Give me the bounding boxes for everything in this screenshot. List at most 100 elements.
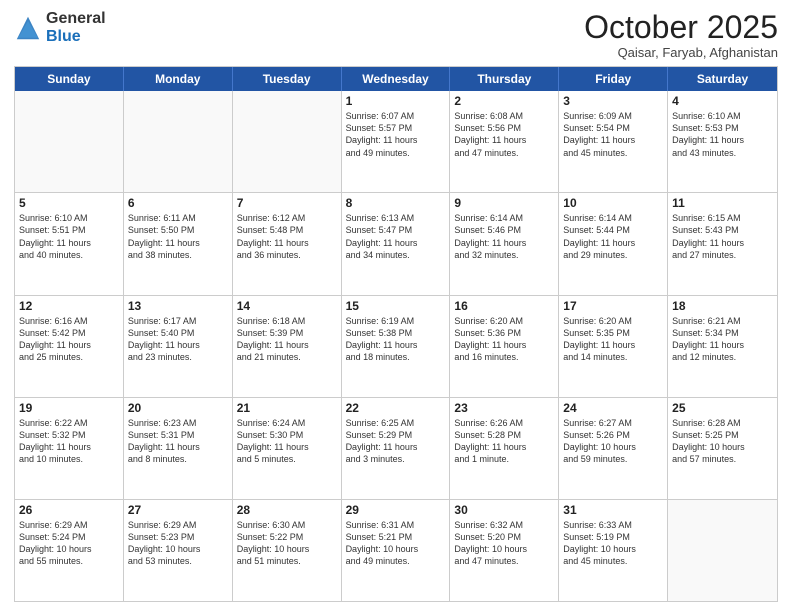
calendar-cell: 10 Sunrise: 6:14 AM Sunset: 5:44 PM Dayli… — [559, 193, 668, 294]
calendar-cell: 30 Sunrise: 6:32 AM Sunset: 5:20 PM Dayli… — [450, 500, 559, 601]
day-number: 13 — [128, 299, 228, 313]
day-number: 8 — [346, 196, 446, 210]
day-info: Sunrise: 6:30 AM Sunset: 5:22 PM Dayligh… — [237, 519, 337, 568]
day-of-week-wednesday: Wednesday — [342, 67, 451, 91]
day-number: 21 — [237, 401, 337, 415]
calendar-cell: 22 Sunrise: 6:25 AM Sunset: 5:29 PM Dayli… — [342, 398, 451, 499]
day-number: 22 — [346, 401, 446, 415]
day-info: Sunrise: 6:28 AM Sunset: 5:25 PM Dayligh… — [672, 417, 773, 466]
calendar-cell: 12 Sunrise: 6:16 AM Sunset: 5:42 PM Dayli… — [15, 296, 124, 397]
day-number: 7 — [237, 196, 337, 210]
day-of-week-monday: Monday — [124, 67, 233, 91]
day-info: Sunrise: 6:20 AM Sunset: 5:35 PM Dayligh… — [563, 315, 663, 364]
day-number: 10 — [563, 196, 663, 210]
calendar-cell: 9 Sunrise: 6:14 AM Sunset: 5:46 PM Daylig… — [450, 193, 559, 294]
day-number: 4 — [672, 94, 773, 108]
day-number: 6 — [128, 196, 228, 210]
calendar-cell: 8 Sunrise: 6:13 AM Sunset: 5:47 PM Daylig… — [342, 193, 451, 294]
day-info: Sunrise: 6:33 AM Sunset: 5:19 PM Dayligh… — [563, 519, 663, 568]
day-number: 24 — [563, 401, 663, 415]
day-info: Sunrise: 6:23 AM Sunset: 5:31 PM Dayligh… — [128, 417, 228, 466]
day-info: Sunrise: 6:27 AM Sunset: 5:26 PM Dayligh… — [563, 417, 663, 466]
day-info: Sunrise: 6:24 AM Sunset: 5:30 PM Dayligh… — [237, 417, 337, 466]
day-info: Sunrise: 6:10 AM Sunset: 5:51 PM Dayligh… — [19, 212, 119, 261]
calendar-cell: 17 Sunrise: 6:20 AM Sunset: 5:35 PM Dayli… — [559, 296, 668, 397]
calendar-cell: 1Sunrise: 6:07 AM Sunset: 5:57 PM Daylig… — [342, 91, 451, 192]
calendar-row-3: 12 Sunrise: 6:16 AM Sunset: 5:42 PM Dayli… — [15, 295, 777, 397]
logo-blue-label: Blue — [46, 28, 106, 46]
day-number: 18 — [672, 299, 773, 313]
day-info: Sunrise: 6:19 AM Sunset: 5:38 PM Dayligh… — [346, 315, 446, 364]
day-of-week-sunday: Sunday — [15, 67, 124, 91]
day-number: 27 — [128, 503, 228, 517]
day-number: 9 — [454, 196, 554, 210]
day-number: 29 — [346, 503, 446, 517]
day-of-week-thursday: Thursday — [450, 67, 559, 91]
day-info: Sunrise: 6:31 AM Sunset: 5:21 PM Dayligh… — [346, 519, 446, 568]
day-info: Sunrise: 6:21 AM Sunset: 5:34 PM Dayligh… — [672, 315, 773, 364]
day-info: Sunrise: 6:25 AM Sunset: 5:29 PM Dayligh… — [346, 417, 446, 466]
day-info: Sunrise: 6:10 AM Sunset: 5:53 PM Dayligh… — [672, 110, 773, 159]
day-number: 5 — [19, 196, 119, 210]
day-of-week-saturday: Saturday — [668, 67, 777, 91]
calendar-cell: 18 Sunrise: 6:21 AM Sunset: 5:34 PM Dayli… — [668, 296, 777, 397]
day-number: 15 — [346, 299, 446, 313]
calendar-row-5: 26Sunrise: 6:29 AM Sunset: 5:24 PM Dayli… — [15, 499, 777, 601]
day-number: 26 — [19, 503, 119, 517]
logo-general-label: General — [46, 10, 106, 28]
day-number: 20 — [128, 401, 228, 415]
day-info: Sunrise: 6:29 AM Sunset: 5:23 PM Dayligh… — [128, 519, 228, 568]
day-number: 19 — [19, 401, 119, 415]
day-number: 31 — [563, 503, 663, 517]
day-number: 12 — [19, 299, 119, 313]
calendar-cell: 15 Sunrise: 6:19 AM Sunset: 5:38 PM Dayli… — [342, 296, 451, 397]
day-info: Sunrise: 6:26 AM Sunset: 5:28 PM Dayligh… — [454, 417, 554, 466]
calendar-cell — [668, 500, 777, 601]
day-number: 28 — [237, 503, 337, 517]
calendar-cell: 29 Sunrise: 6:31 AM Sunset: 5:21 PM Dayli… — [342, 500, 451, 601]
day-info: Sunrise: 6:14 AM Sunset: 5:44 PM Dayligh… — [563, 212, 663, 261]
day-number: 17 — [563, 299, 663, 313]
day-info: Sunrise: 6:11 AM Sunset: 5:50 PM Dayligh… — [128, 212, 228, 261]
day-number: 25 — [672, 401, 773, 415]
calendar-cell: 16Sunrise: 6:20 AM Sunset: 5:36 PM Dayli… — [450, 296, 559, 397]
day-info: Sunrise: 6:07 AM Sunset: 5:57 PM Dayligh… — [346, 110, 446, 159]
day-info: Sunrise: 6:13 AM Sunset: 5:47 PM Dayligh… — [346, 212, 446, 261]
calendar-row-2: 5 Sunrise: 6:10 AM Sunset: 5:51 PM Daylig… — [15, 192, 777, 294]
calendar-cell: 7 Sunrise: 6:12 AM Sunset: 5:48 PM Daylig… — [233, 193, 342, 294]
calendar: SundayMondayTuesdayWednesdayThursdayFrid… — [14, 66, 778, 602]
day-number: 23 — [454, 401, 554, 415]
calendar-cell — [124, 91, 233, 192]
header: General Blue October 2025 Qaisar, Faryab… — [14, 10, 778, 60]
day-info: Sunrise: 6:14 AM Sunset: 5:46 PM Dayligh… — [454, 212, 554, 261]
day-info: Sunrise: 6:32 AM Sunset: 5:20 PM Dayligh… — [454, 519, 554, 568]
logo-icon — [14, 14, 42, 42]
day-number: 30 — [454, 503, 554, 517]
calendar-row-1: 1Sunrise: 6:07 AM Sunset: 5:57 PM Daylig… — [15, 91, 777, 192]
day-number: 11 — [672, 196, 773, 210]
day-info: Sunrise: 6:09 AM Sunset: 5:54 PM Dayligh… — [563, 110, 663, 159]
day-number: 3 — [563, 94, 663, 108]
calendar-cell: 31 Sunrise: 6:33 AM Sunset: 5:19 PM Dayli… — [559, 500, 668, 601]
day-info: Sunrise: 6:15 AM Sunset: 5:43 PM Dayligh… — [672, 212, 773, 261]
calendar-body: 1Sunrise: 6:07 AM Sunset: 5:57 PM Daylig… — [15, 91, 777, 601]
calendar-cell: 4 Sunrise: 6:10 AM Sunset: 5:53 PM Daylig… — [668, 91, 777, 192]
location: Qaisar, Faryab, Afghanistan — [584, 45, 778, 60]
day-info: Sunrise: 6:18 AM Sunset: 5:39 PM Dayligh… — [237, 315, 337, 364]
day-info: Sunrise: 6:12 AM Sunset: 5:48 PM Dayligh… — [237, 212, 337, 261]
calendar-cell: 23 Sunrise: 6:26 AM Sunset: 5:28 PM Dayli… — [450, 398, 559, 499]
day-info: Sunrise: 6:22 AM Sunset: 5:32 PM Dayligh… — [19, 417, 119, 466]
calendar-cell: 21 Sunrise: 6:24 AM Sunset: 5:30 PM Dayli… — [233, 398, 342, 499]
calendar-cell: 25 Sunrise: 6:28 AM Sunset: 5:25 PM Dayli… — [668, 398, 777, 499]
calendar-cell: 24 Sunrise: 6:27 AM Sunset: 5:26 PM Dayli… — [559, 398, 668, 499]
day-info: Sunrise: 6:16 AM Sunset: 5:42 PM Dayligh… — [19, 315, 119, 364]
day-of-week-friday: Friday — [559, 67, 668, 91]
calendar-cell: 13Sunrise: 6:17 AM Sunset: 5:40 PM Dayli… — [124, 296, 233, 397]
day-info: Sunrise: 6:08 AM Sunset: 5:56 PM Dayligh… — [454, 110, 554, 159]
calendar-cell: 5 Sunrise: 6:10 AM Sunset: 5:51 PM Daylig… — [15, 193, 124, 294]
calendar-cell: 3 Sunrise: 6:09 AM Sunset: 5:54 PM Daylig… — [559, 91, 668, 192]
day-number: 16 — [454, 299, 554, 313]
calendar-cell: 27 Sunrise: 6:29 AM Sunset: 5:23 PM Dayli… — [124, 500, 233, 601]
day-number: 14 — [237, 299, 337, 313]
calendar-cell: 26Sunrise: 6:29 AM Sunset: 5:24 PM Dayli… — [15, 500, 124, 601]
